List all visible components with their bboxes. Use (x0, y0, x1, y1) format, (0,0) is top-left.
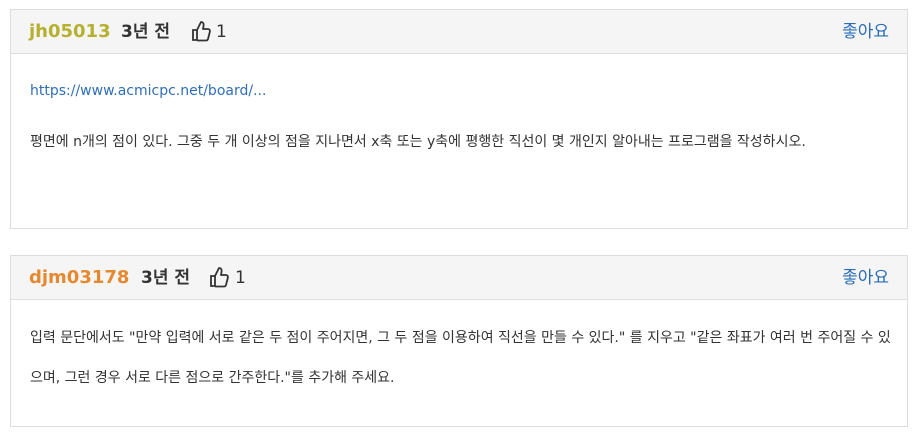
comment-text: 입력 문단에서도 "만약 입력에 서로 같은 두 점이 주어지면, 그 두 점을… (30, 330, 891, 386)
comment-author-link[interactable]: djm03178 (29, 266, 129, 290)
comment-time: 3년 전 (141, 268, 191, 288)
comment-card: jh05013 3년 전 1 좋아요 https://www.acmicpc.n… (10, 9, 908, 229)
comment-card: djm03178 3년 전 1 좋아요 입력 문단에서도 "만약 입력에 서로 … (10, 255, 908, 427)
like-count: 1 (235, 268, 246, 288)
comment-header: jh05013 3년 전 1 좋아요 (11, 10, 907, 54)
like-button[interactable]: 좋아요 (842, 266, 889, 290)
like-button[interactable]: 좋아요 (842, 20, 889, 44)
like-count: 1 (216, 22, 227, 42)
comment-time: 3년 전 (121, 22, 171, 42)
comment-text: 평면에 n개의 점이 있다. 그중 두 개 이상의 점을 지나면서 x축 또는 … (30, 134, 806, 150)
comment-header: djm03178 3년 전 1 좋아요 (11, 256, 907, 300)
thumbs-up-icon (192, 21, 211, 42)
thumbs-up-icon (210, 267, 229, 288)
comment-link[interactable]: https://www.acmicpc.net/board/... (30, 81, 266, 101)
comment-author-link[interactable]: jh05013 (29, 20, 111, 44)
